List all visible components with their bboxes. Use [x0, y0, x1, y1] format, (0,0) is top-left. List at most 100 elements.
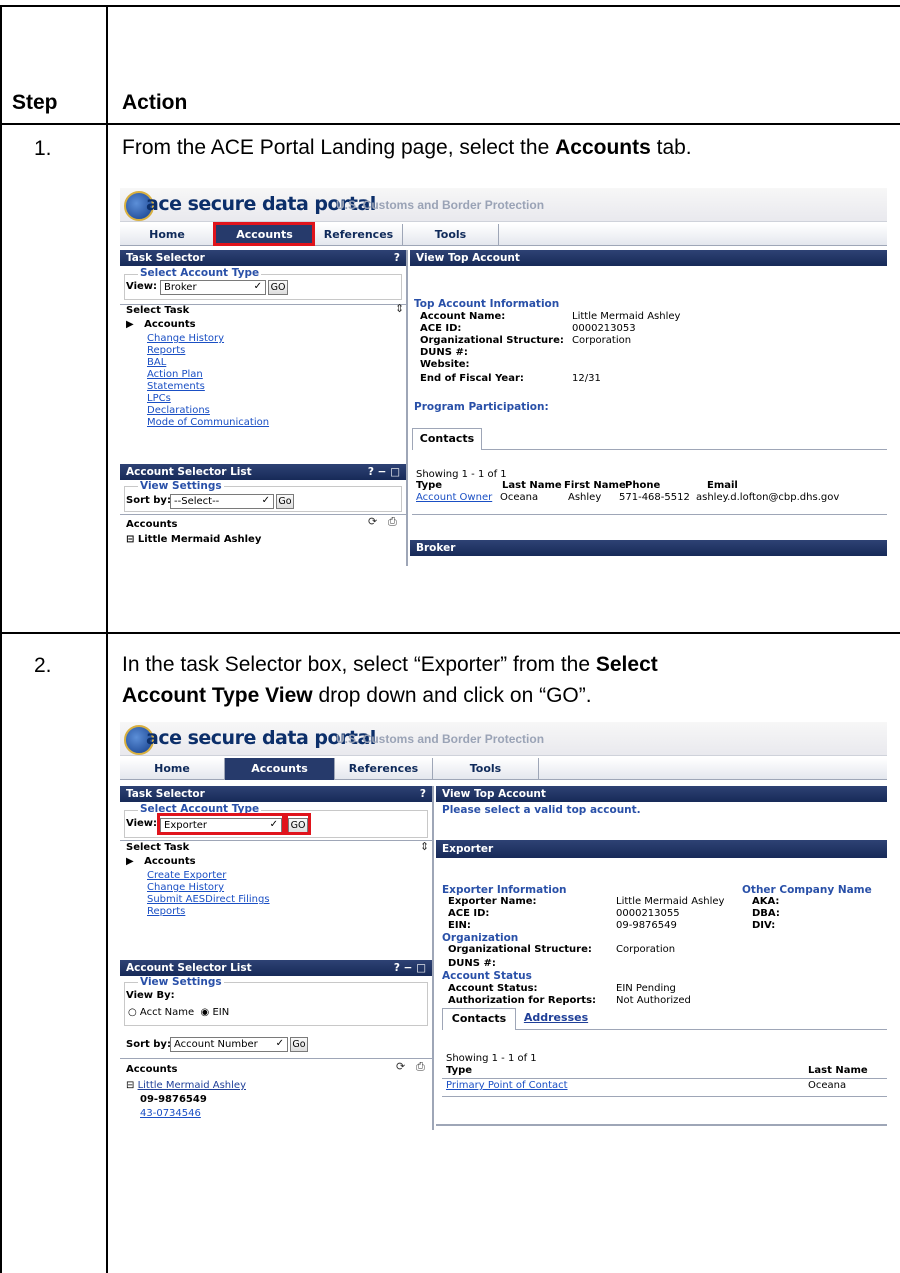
scroll-arrows-icon[interactable]: ⇕ — [420, 840, 429, 853]
col-last-name: Last Name — [808, 1065, 868, 1076]
label-website: Website: — [420, 359, 470, 370]
task-link-lpcs[interactable]: LPCs — [147, 393, 171, 404]
tab-home[interactable]: Home — [120, 758, 225, 780]
sort-by-select[interactable]: --Select-- ✓ — [170, 494, 274, 509]
tab-tools[interactable]: Tools — [403, 224, 499, 246]
scroll-arrows-icon[interactable]: ⇕ — [395, 302, 404, 315]
step-2-line1-pre: In the task Selector box, select “Export… — [122, 653, 596, 676]
task-selector-title: Task Selector — [126, 252, 205, 264]
view-settings-fieldset — [124, 982, 428, 1026]
account-type-legend: Select Account Type — [138, 267, 262, 279]
tree-item-account[interactable]: ⊟ Little Mermaid Ashley — [126, 1080, 246, 1091]
label-org-structure: Organizational Structure: — [420, 335, 564, 346]
label-fiscal-year: End of Fiscal Year: — [420, 373, 524, 384]
table-header-divider — [0, 123, 900, 125]
step-2-number: 2. — [34, 654, 52, 677]
tab-references[interactable]: References — [315, 224, 403, 246]
accounts-task-label: Accounts — [144, 319, 196, 330]
tab-addresses[interactable]: Addresses — [516, 1008, 596, 1030]
contacts-tab-line — [482, 449, 887, 450]
pane-window-controls[interactable]: ? − □ — [368, 464, 400, 480]
chevron-down-icon: ✓ — [275, 1038, 284, 1049]
select-task-heading: Select Task — [126, 305, 190, 316]
chevron-down-icon: ✓ — [261, 495, 270, 506]
value-account-name: Little Mermaid Ashley — [572, 311, 681, 322]
refresh-icon[interactable]: ⟳ — [368, 515, 377, 528]
accounts-expander[interactable]: ▶ Accounts — [126, 856, 196, 867]
tree-item-account[interactable]: ⊟ Little Mermaid Ashley — [126, 534, 261, 545]
print-icon[interactable]: ⎙ — [416, 1060, 425, 1074]
task-link-statements[interactable]: Statements — [147, 381, 205, 392]
task-link-create-exporter[interactable]: Create Exporter — [147, 870, 226, 881]
tab-contacts[interactable]: Contacts — [442, 1008, 516, 1030]
label-duns: DUNS #: — [448, 958, 496, 969]
contacts-tab-line — [516, 1029, 887, 1030]
value-account-status: EIN Pending — [616, 983, 676, 994]
task-link-declarations[interactable]: Declarations — [147, 405, 210, 416]
left-pane-border — [432, 786, 434, 1130]
task-link-mode-of-communication[interactable]: Mode of Communication — [147, 417, 269, 428]
value-exporter-name: Little Mermaid Ashley — [616, 896, 725, 907]
go-button-highlight — [285, 813, 311, 835]
row-email: ashley.d.lofton@cbp.dhs.gov — [696, 492, 840, 503]
sort-by-select[interactable]: Account Number ✓ — [170, 1037, 288, 1052]
tree-ein-link[interactable]: 43-0734546 — [140, 1108, 201, 1119]
accounts-divider — [120, 1058, 432, 1059]
radio-ein[interactable]: ◉ — [201, 1007, 210, 1018]
sort-by-label: Sort by: — [126, 495, 171, 506]
task-link-action-plan[interactable]: Action Plan — [147, 369, 203, 380]
view-label: View: — [126, 281, 158, 292]
tab-references[interactable]: References — [335, 758, 433, 780]
print-icon[interactable]: ⎙ — [388, 515, 397, 529]
task-link-bal[interactable]: BAL — [147, 357, 166, 368]
row-account-owner-link[interactable]: Account Owner — [416, 492, 492, 503]
task-link-reports[interactable]: Reports — [147, 345, 185, 356]
task-link-submit-aesdirect[interactable]: Submit AESDirect Filings — [147, 894, 270, 905]
account-selector-header: Account Selector List ? − □ — [120, 464, 406, 480]
account-selector-header: Account Selector List ? − □ — [120, 960, 432, 976]
account-type-select[interactable]: Broker ✓ — [160, 280, 266, 295]
chevron-down-icon: ✓ — [253, 281, 262, 292]
sort-go-button[interactable]: Go — [276, 494, 294, 509]
go-button[interactable]: GO — [268, 280, 288, 295]
tab-tools[interactable]: Tools — [433, 758, 539, 780]
value-authorization-reports: Not Authorized — [616, 995, 691, 1006]
help-icon[interactable]: ? — [394, 250, 400, 266]
col-last-name: Last Name — [502, 480, 562, 491]
task-link-change-history[interactable]: Change History — [147, 882, 224, 893]
tab-home[interactable]: Home — [120, 224, 215, 246]
view-top-account-title: View Top Account — [416, 252, 520, 264]
label-exporter-name: Exporter Name: — [448, 896, 537, 907]
view-top-account-header: View Top Account — [436, 786, 887, 802]
tab-contacts[interactable]: Contacts — [412, 428, 482, 450]
col-email: Email — [707, 480, 738, 491]
task-selector-title: Task Selector — [126, 788, 205, 800]
accounts-expander[interactable]: ▶ Accounts — [126, 319, 196, 330]
contacts-showing: Showing 1 - 1 of 1 — [416, 469, 507, 480]
task-link-reports[interactable]: Reports — [147, 906, 185, 917]
help-icon[interactable]: ? — [420, 786, 426, 802]
tree-item-account-link[interactable]: Little Mermaid Ashley — [138, 1080, 246, 1091]
tree-ein-selected[interactable]: 09-9876549 — [140, 1094, 207, 1105]
exporter-title: Exporter — [442, 843, 494, 855]
view-label: View: — [126, 818, 158, 829]
col-first-name: First Name — [564, 480, 626, 491]
label-authorization-reports: Authorization for Reports: — [448, 995, 597, 1006]
label-duns: DUNS #: — [420, 347, 468, 358]
step-2-line2-post: drop down and click on “GO”. — [312, 684, 592, 707]
refresh-icon[interactable]: ⟳ — [396, 1060, 405, 1073]
contacts-header-line — [442, 1078, 887, 1079]
step-2-line1-bold: Select — [595, 653, 658, 676]
top-account-info-heading: Top Account Information — [414, 298, 560, 310]
tab-accounts[interactable]: Accounts — [225, 758, 335, 780]
header-action: Action — [122, 91, 188, 114]
label-ace-id: ACE ID: — [448, 908, 490, 919]
pane-window-controls[interactable]: ? − □ — [394, 960, 426, 976]
broker-title: Broker — [416, 542, 456, 554]
accounts-heading: Accounts — [126, 1064, 178, 1075]
task-link-change-history[interactable]: Change History — [147, 333, 224, 344]
sort-go-button[interactable]: Go — [290, 1037, 308, 1052]
row-primary-contact-link[interactable]: Primary Point of Contact — [446, 1080, 568, 1091]
col-phone: Phone — [625, 480, 661, 491]
radio-acct-name[interactable]: ○ — [128, 1007, 137, 1018]
